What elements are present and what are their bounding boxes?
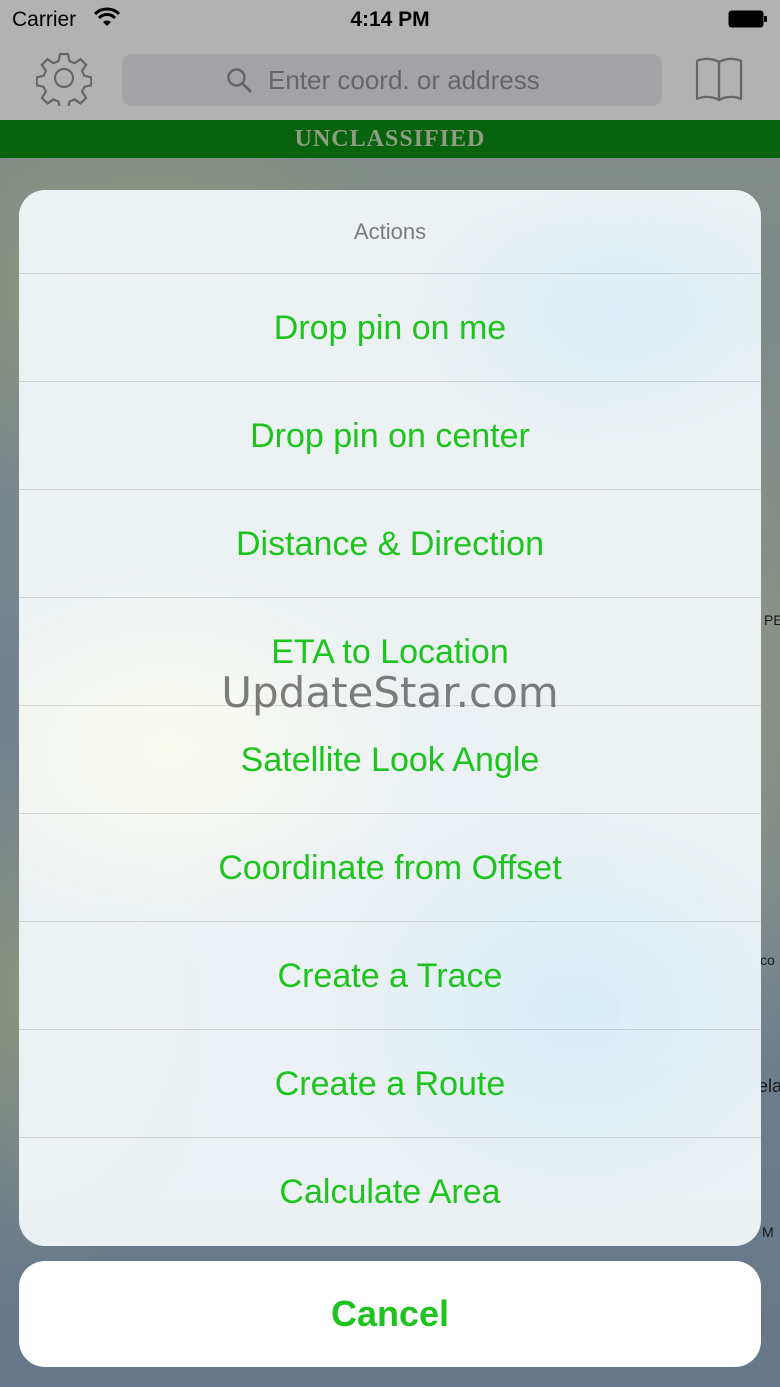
sheet-title: Actions (19, 190, 761, 274)
action-satellite-look-angle[interactable]: Satellite Look Angle (19, 706, 761, 814)
action-drop-pin-on-me[interactable]: Drop pin on me (19, 274, 761, 382)
action-coordinate-from-offset[interactable]: Coordinate from Offset (19, 814, 761, 922)
cancel-button[interactable]: Cancel (19, 1261, 761, 1367)
action-calculate-area[interactable]: Calculate Area (19, 1138, 761, 1245)
action-create-trace[interactable]: Create a Trace (19, 922, 761, 1030)
action-distance-direction[interactable]: Distance & Direction (19, 490, 761, 598)
action-eta-to-location[interactable]: ETA to Location (19, 598, 761, 706)
action-create-route[interactable]: Create a Route (19, 1030, 761, 1138)
action-drop-pin-on-center[interactable]: Drop pin on center (19, 382, 761, 490)
actions-sheet: Actions Drop pin on me Drop pin on cente… (19, 190, 761, 1246)
